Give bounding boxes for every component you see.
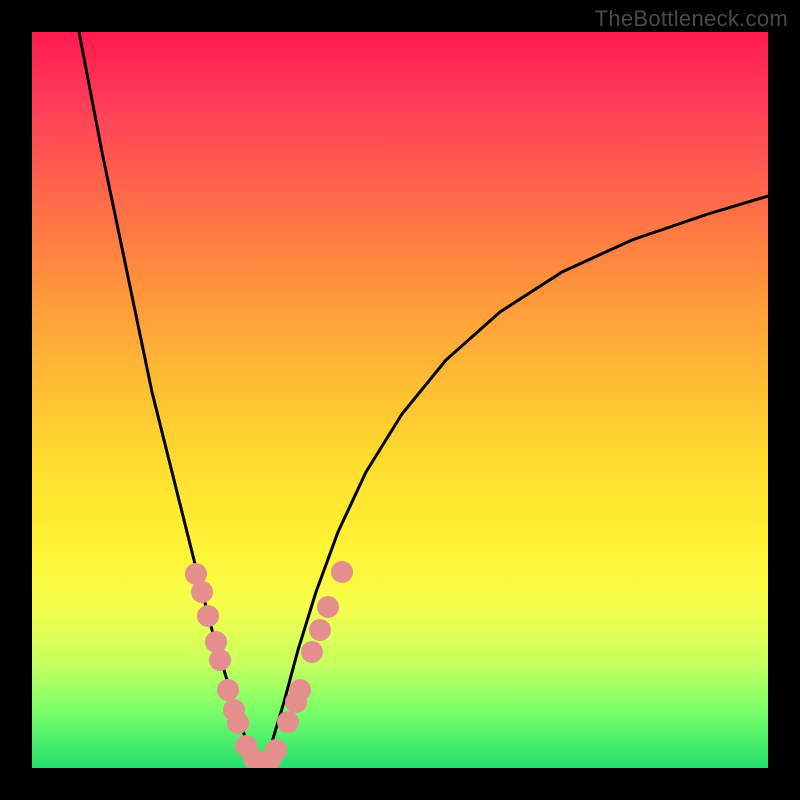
data-point — [197, 605, 219, 627]
data-point — [227, 712, 249, 734]
watermark-text: TheBottleneck.com — [595, 6, 788, 32]
data-point — [289, 679, 311, 701]
plot-area — [32, 32, 768, 768]
data-point — [301, 641, 323, 663]
curve-markers — [185, 561, 353, 768]
data-point — [217, 679, 239, 701]
data-point — [277, 711, 299, 733]
bottleneck-curve — [79, 32, 768, 767]
chart-frame: TheBottleneck.com — [0, 0, 800, 800]
curve-paths — [79, 32, 768, 767]
data-point — [331, 561, 353, 583]
curve-layer — [32, 32, 768, 768]
data-point — [191, 581, 213, 603]
data-point — [309, 619, 331, 641]
data-point — [317, 596, 339, 618]
data-point — [265, 739, 287, 761]
data-point — [209, 649, 231, 671]
